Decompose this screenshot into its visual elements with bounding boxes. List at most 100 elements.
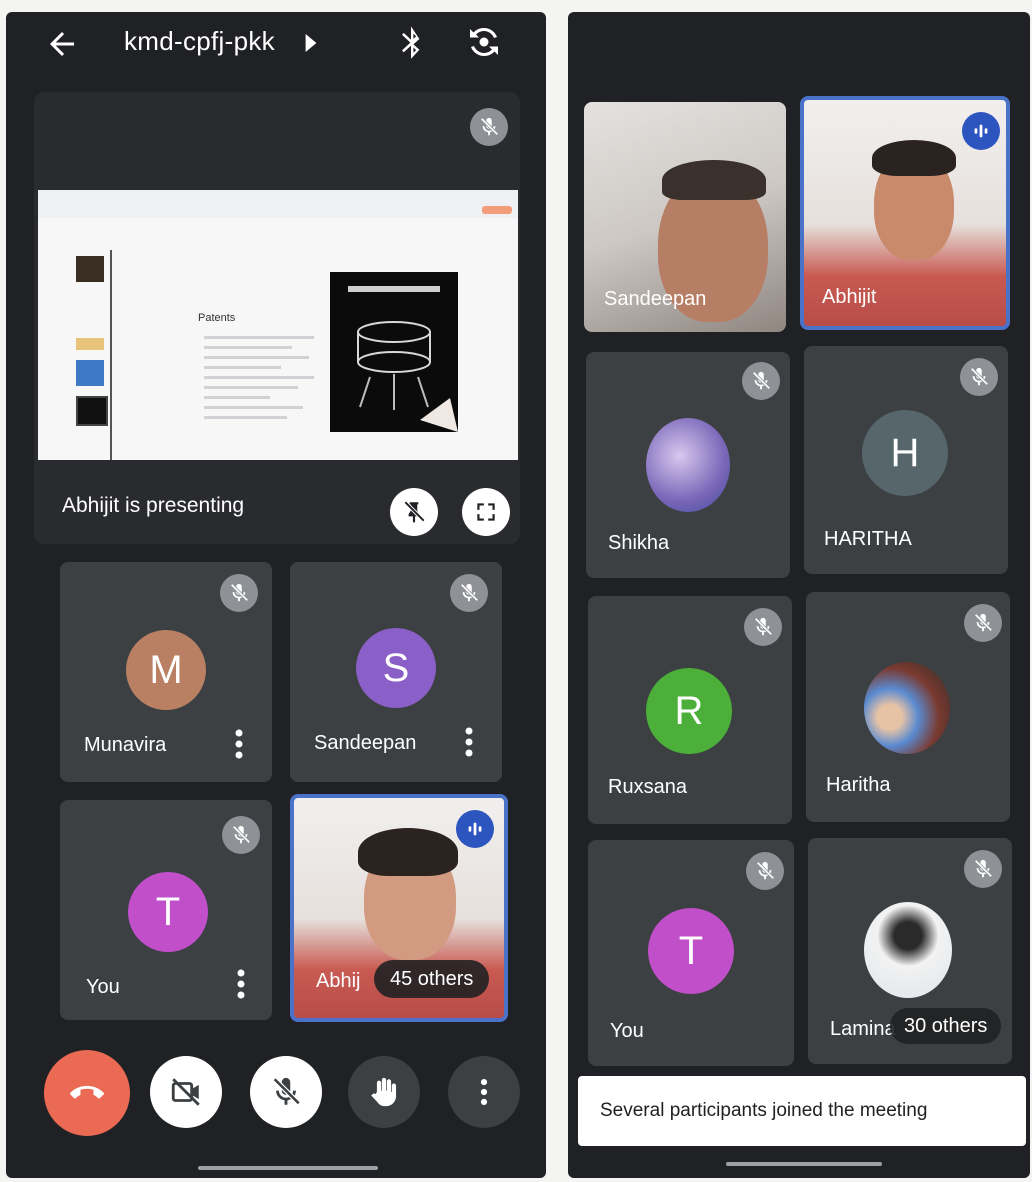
participant-name: Sandeepan (314, 732, 417, 754)
others-count: 30 others (904, 1014, 988, 1037)
avatar: T (648, 908, 734, 994)
muted-badge (964, 604, 1002, 642)
video-hair (872, 140, 956, 176)
bluetooth-icon[interactable] (396, 24, 426, 60)
participant-name: Ruxsana (608, 776, 687, 798)
meet-screen-presentation: kmd-cpfj-pkk Patents Abhijit is presenti… (6, 12, 546, 1178)
participant-name: Munavira (84, 734, 167, 756)
avatar-initial: R (674, 688, 704, 733)
participant-name: Shikha (608, 532, 670, 554)
mic-off-icon (230, 583, 249, 602)
top-bar: kmd-cpfj-pkk (6, 12, 546, 76)
more-vert-icon[interactable] (234, 728, 244, 760)
avatar-initial: T (678, 928, 704, 973)
presentation-stage[interactable]: Patents Abhijit is presenting (34, 92, 520, 544)
muted-badge (220, 574, 258, 612)
mic-off-icon (232, 825, 251, 844)
participant-tile-video[interactable]: Sandeepan (584, 102, 786, 332)
more-vert-icon[interactable] (236, 968, 246, 1000)
slide-body-text (204, 336, 314, 426)
end-call-button[interactable] (44, 1050, 130, 1136)
participant-tile[interactable]: M Munavira (60, 562, 272, 782)
muted-badge (450, 574, 488, 612)
home-indicator[interactable] (726, 1162, 882, 1166)
avatar-photo (646, 418, 730, 512)
avatar: T (128, 872, 208, 952)
video-hair (662, 160, 766, 200)
slide-thumbnail (76, 338, 104, 350)
camera-off-icon (171, 1078, 200, 1106)
slide-share-button (482, 206, 512, 214)
muted-badge (964, 850, 1002, 888)
mic-off-icon (974, 613, 993, 632)
participant-name: You (610, 1020, 644, 1042)
switch-camera-icon[interactable] (464, 22, 504, 62)
slide-thumbnail (76, 396, 108, 426)
participant-tile[interactable]: R Ruxsana (588, 596, 792, 824)
others-count: 45 others (390, 967, 474, 990)
participant-name: Abhijit (822, 286, 877, 308)
mic-off-icon (974, 859, 993, 878)
avatar: H (862, 410, 948, 496)
mic-off-icon (756, 861, 775, 880)
speaking-indicator (962, 112, 1000, 150)
muted-badge (470, 108, 508, 146)
participant-tile-self[interactable]: T You (60, 800, 272, 1020)
meet-screen-grid: Sandeepan Abhijit Shikha H HARITHA R Rux… (568, 12, 1030, 1178)
meeting-code[interactable]: kmd-cpfj-pkk (124, 26, 275, 57)
participant-name: You (86, 976, 120, 998)
shared-screen[interactable]: Patents (38, 190, 518, 460)
hand-icon (371, 1077, 397, 1107)
avatar-initial: M (149, 647, 183, 692)
mic-off-icon (480, 117, 499, 136)
audio-wave-icon (974, 124, 988, 138)
muted-badge (960, 358, 998, 396)
mic-off-icon (754, 617, 773, 636)
others-count-button[interactable]: 45 others (374, 960, 490, 998)
avatar-initial: H (890, 430, 920, 475)
participant-name: Abhij (316, 970, 361, 992)
others-count-button[interactable]: 30 others (890, 1008, 1002, 1044)
raise-hand-button[interactable] (348, 1056, 420, 1128)
participant-tile[interactable]: Lamina 30 others (808, 838, 1012, 1064)
home-indicator[interactable] (198, 1166, 378, 1170)
pin-off-icon (403, 500, 426, 523)
toast-message: Several participants joined the meeting (600, 1100, 928, 1121)
more-vert-icon (480, 1078, 488, 1106)
participants-joined-toast: Several participants joined the meeting (578, 1076, 1026, 1146)
participant-tile[interactable]: S Sandeepan (290, 562, 502, 782)
muted-badge (742, 362, 780, 400)
avatar-photo (864, 662, 950, 754)
avatar-photo (864, 902, 952, 998)
participant-name: Lamina (830, 1018, 896, 1040)
more-vert-icon[interactable] (464, 726, 474, 758)
microphone-toggle-button[interactable] (250, 1056, 322, 1128)
participant-tile-video[interactable]: Abhij 45 others (290, 794, 508, 1022)
mic-off-icon (970, 367, 989, 386)
more-options-button[interactable] (448, 1056, 520, 1128)
fullscreen-button[interactable] (462, 488, 510, 536)
back-arrow-icon[interactable] (44, 26, 80, 62)
participant-tile[interactable]: Shikha (586, 352, 790, 578)
muted-badge (222, 816, 260, 854)
participant-tile[interactable]: H HARITHA (804, 346, 1008, 574)
mic-off-icon (272, 1077, 301, 1106)
participant-tile-self[interactable]: T You (588, 840, 794, 1066)
fullscreen-icon (477, 503, 495, 521)
slide-toolbar (38, 190, 518, 218)
presenting-caption: Abhijit is presenting (62, 494, 245, 517)
participant-tile-video[interactable]: Abhijit (800, 96, 1010, 330)
slide-thumbnail (76, 360, 104, 386)
mic-off-icon (752, 371, 771, 390)
muted-badge (744, 608, 782, 646)
participant-tile[interactable]: Haritha (806, 592, 1010, 822)
avatar-initial: T (155, 889, 181, 934)
unpin-button[interactable] (390, 488, 438, 536)
speaking-indicator (456, 810, 494, 848)
avatar: R (646, 668, 732, 754)
muted-badge (746, 852, 784, 890)
chevron-right-icon[interactable] (302, 32, 320, 54)
audio-wave-icon (468, 822, 482, 836)
phone-hangup-icon (70, 1085, 104, 1099)
camera-toggle-button[interactable] (150, 1056, 222, 1128)
